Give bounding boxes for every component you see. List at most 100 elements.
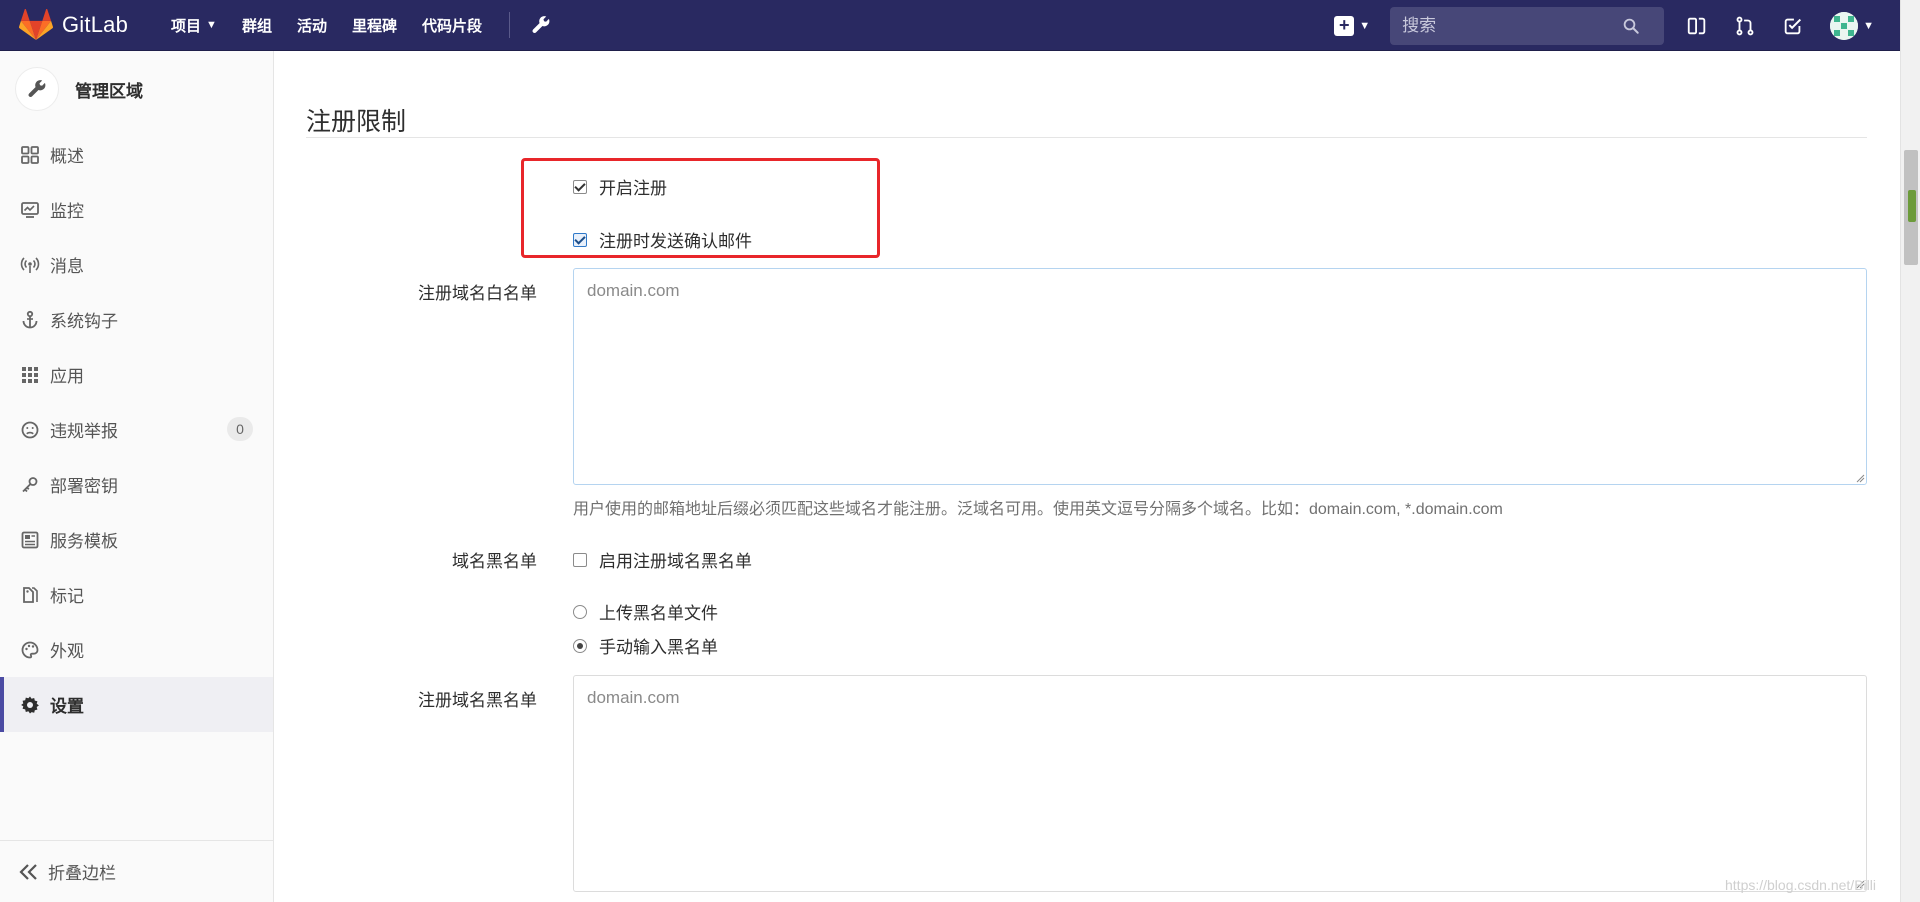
scrolled-off-text-remnant [275,51,1075,57]
sidebar-item-label: 系统钩子 [50,312,118,331]
sidebar-item-system-hooks[interactable]: 系统钩子 [0,292,273,347]
chevron-down-icon: ▼ [206,19,217,31]
nav-groups[interactable]: 群组 [242,15,272,36]
sidebar-item-label: 应用 [50,367,84,386]
key-icon [22,476,38,492]
section-title: 注册限制 [306,108,407,136]
collapse-sidebar-label: 折叠边栏 [48,864,116,883]
blacklist-enable-label: 启用注册域名黑名单 [599,552,752,571]
watermark: https://blog.csdn.net/Billi [1725,877,1876,893]
sidebar-item-label: 消息 [50,257,84,276]
page-scrollbar[interactable] [1900,0,1920,902]
blacklist-manual-radio[interactable] [573,638,587,653]
nav-activity[interactable]: 活动 [297,15,327,36]
nav-divider [509,12,510,38]
blacklist-enable-checkbox[interactable] [573,552,587,567]
sidebar-item-appearance[interactable]: 外观 [0,622,273,677]
whitelist-help-text: 用户使用的邮箱地址后缀必须匹配这些域名才能注册。泛域名可用。使用英文逗号分隔多个… [573,501,1503,518]
overview-icon [21,145,39,164]
issues-panel-icon[interactable] [1686,15,1708,37]
admin-wrench-icon[interactable] [530,14,552,36]
nav-activity-label: 活动 [296,17,327,35]
signup-enabled-checkbox[interactable] [573,179,587,194]
label-icon [23,586,38,603]
settings-icon [21,696,39,713]
whitelist-label: 注册域名白名单 [418,284,537,303]
apps-icon [22,366,38,383]
chevron-down-icon: ▼ [1863,19,1874,32]
sidebar-item-overview[interactable]: 概述 [0,127,273,182]
avatar [1830,11,1859,40]
sidebar-item-label: 监控 [50,202,84,221]
resize-grip-icon[interactable] [1855,473,1865,483]
gitlab-tanuki-icon [19,9,53,41]
template-icon [21,531,39,548]
search-box[interactable] [1390,6,1665,45]
nav-snippets-label: 代码片段 [421,17,482,35]
nav-projects-label: 项目 [171,17,202,35]
blacklist-enable-checkbox-row[interactable]: 启用注册域名黑名单 [573,547,752,572]
scrollbar-marker [1908,190,1916,222]
admin-avatar [15,67,59,111]
search-input[interactable] [1402,15,1623,36]
section-divider [306,137,1867,138]
sidebar-item-applications[interactable]: 应用 [0,347,273,402]
broadcast-icon [20,256,40,273]
sidebar-item-labels[interactable]: 标记 [0,567,273,622]
sidebar-item-service-templates[interactable]: 服务模板 [0,512,273,567]
whitelist-textarea[interactable] [573,268,1867,485]
top-navbar: GitLab 项目 ▼ 群组 活动 里程碑 代码片段 + ▼ 搜索 ▼ [0,0,1900,51]
sidebar-item-label: 设置 [50,697,84,716]
sidebar-item-deploy-keys[interactable]: 部署密钥 [0,457,273,512]
collapse-sidebar-button[interactable]: 折叠边栏 [0,840,273,902]
abuse-icon [21,421,39,438]
sidebar-item-label: 服务模板 [50,532,118,551]
scrolled-off-content [275,51,1075,57]
blacklist-manual-radio-row[interactable]: 手动输入黑名单 [573,633,718,658]
nav-milestones[interactable]: 里程碑 [352,15,397,36]
sidebar-item-settings[interactable]: 设置 [0,677,273,732]
sidebar-item-label: 违规举报 [50,422,118,441]
settings-main: 注册限制 开启注册 注册时发送确认邮件 注册域名白名单 用户使用的邮箱地址后缀必… [275,51,1900,902]
palette-icon [21,641,39,658]
merge-request-icon[interactable] [1734,15,1756,37]
user-menu-button[interactable]: ▼ [1830,11,1874,40]
plus-icon: + [1334,15,1355,36]
sidebar-item-abuse-reports[interactable]: 违规举报 0 [0,402,273,457]
search-icon [1623,18,1639,34]
abuse-count-badge: 0 [227,417,253,441]
blacklist-upload-radio-row[interactable]: 上传黑名单文件 [573,599,718,624]
sidebar-header[interactable]: 管理区域 [0,51,273,127]
blacklist-label: 注册域名黑名单 [418,691,537,710]
sidebar-title: 管理区域 [75,81,143,101]
todo-icon[interactable] [1782,15,1804,37]
nav-projects[interactable]: 项目 ▼ [171,15,217,36]
hook-icon [22,310,38,328]
double-chevron-left-icon [19,863,37,880]
chevron-down-icon: ▼ [1359,19,1371,32]
signup-enabled-checkbox-row[interactable]: 开启注册 [573,174,667,199]
new-dropdown-button[interactable]: + ▼ [1334,15,1371,36]
wrench-icon [28,80,46,98]
send-confirmation-checkbox[interactable] [573,232,587,247]
gitlab-logo[interactable]: GitLab [19,0,128,51]
send-confirmation-checkbox-row[interactable]: 注册时发送确认邮件 [573,227,752,252]
blacklist-upload-label: 上传黑名单文件 [599,604,718,623]
blacklist-textarea[interactable] [573,675,1867,892]
sidebar-item-monitoring[interactable]: 监控 [0,182,273,237]
app-name: GitLab [62,12,129,37]
sidebar-item-label: 概述 [50,147,84,166]
nav-milestones-label: 里程碑 [351,17,397,35]
nav-snippets[interactable]: 代码片段 [422,15,482,36]
signup-enabled-label: 开启注册 [599,179,667,198]
sidebar-item-messages[interactable]: 消息 [0,237,273,292]
sidebar-item-label: 标记 [50,587,84,606]
blacklist-manual-label: 手动输入黑名单 [599,638,718,657]
sidebar-item-label: 部署密钥 [50,477,118,496]
sidebar-item-label: 外观 [50,642,84,661]
nav-groups-label: 群组 [241,17,272,35]
blacklist-row-label: 域名黑名单 [452,552,537,571]
admin-sidebar: 管理区域 概述 监控 消息 系统钩子 应用 违规举报 0 部署密钥 服务模板 标… [0,51,274,902]
blacklist-upload-radio[interactable] [573,604,587,619]
monitor-icon [21,201,39,218]
